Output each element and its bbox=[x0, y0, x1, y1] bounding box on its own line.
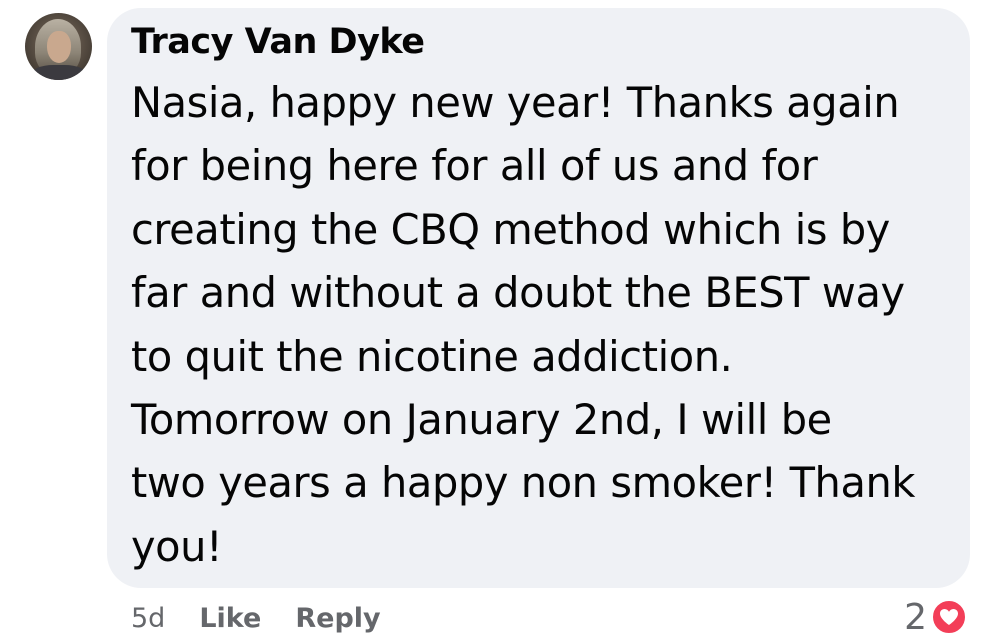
comment-text-line: creating the CBQ method which is by bbox=[131, 204, 890, 254]
avatar[interactable] bbox=[25, 13, 92, 80]
reply-button[interactable]: Reply bbox=[295, 603, 380, 634]
comment-text-line: you! bbox=[131, 521, 223, 571]
comment-author[interactable]: Tracy Van Dyke bbox=[131, 22, 425, 62]
avatar-face bbox=[47, 31, 71, 63]
comment-text-line: two years a happy non smoker! Thank bbox=[131, 458, 916, 508]
like-button[interactable]: Like bbox=[199, 603, 261, 634]
comment-text-line: far and without a doubt the BEST way bbox=[131, 268, 905, 318]
heart-icon-glyph bbox=[940, 609, 958, 625]
reaction-count: 2 bbox=[904, 596, 927, 638]
reaction-summary[interactable]: 2 bbox=[904, 596, 968, 638]
comment-actions: 5d Like Reply bbox=[131, 598, 381, 638]
comment-text: Nasia, happy new year! Thanks again for … bbox=[131, 71, 951, 578]
comment: Tracy Van Dyke Nasia, happy new year! Th… bbox=[0, 0, 1000, 644]
heart-icon bbox=[930, 598, 968, 636]
avatar-shirt bbox=[31, 65, 87, 80]
comment-text-line: to quit the nicotine addiction. bbox=[131, 331, 733, 381]
comment-text-line: Nasia, happy new year! Thanks again bbox=[131, 78, 900, 127]
comment-timestamp[interactable]: 5d bbox=[131, 603, 165, 634]
comment-text-line: for being here for all of us and for bbox=[131, 141, 818, 191]
comment-text-line: Tomorrow on January 2nd, I will be bbox=[131, 395, 832, 445]
